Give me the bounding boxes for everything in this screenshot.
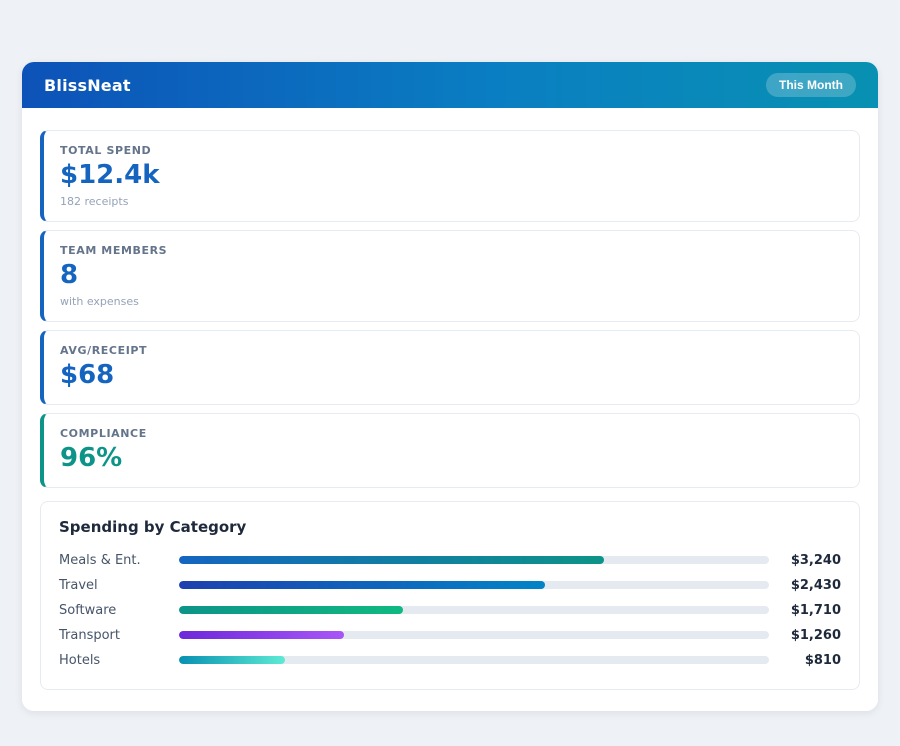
stat-card: COMPLIANCE 96% (40, 413, 860, 488)
stat-sub: 182 receipts (60, 195, 843, 208)
category-value: $1,710 (769, 603, 841, 618)
stat-label: AVG/RECEIPT (60, 344, 843, 357)
stat-card: TOTAL SPEND $12.4k 182 receipts (40, 130, 860, 222)
stat-label: TOTAL SPEND (60, 144, 843, 157)
bar-track (179, 631, 769, 639)
category-row: Software $1,710 (59, 598, 841, 623)
dashboard-card: BlissNeat This Month TOTAL SPEND $12.4k … (22, 62, 878, 711)
category-value: $3,240 (769, 553, 841, 568)
category-label: Transport (59, 628, 179, 643)
bar-track (179, 606, 769, 614)
category-row: Travel $2,430 (59, 573, 841, 598)
period-badge[interactable]: This Month (766, 73, 856, 97)
bar-track (179, 581, 769, 589)
app-title: BlissNeat (44, 76, 131, 95)
stat-card: AVG/RECEIPT $68 (40, 330, 860, 405)
category-label: Meals & Ent. (59, 553, 179, 568)
spending-by-category-card: Spending by Category Meals & Ent. $3,240… (40, 501, 860, 690)
category-row: Transport $1,260 (59, 623, 841, 648)
category-rows: Meals & Ent. $3,240 Travel $2,430 Softwa… (59, 548, 841, 673)
category-value: $810 (769, 653, 841, 668)
app-header: BlissNeat This Month (22, 62, 878, 108)
category-label: Hotels (59, 653, 179, 668)
category-value: $1,260 (769, 628, 841, 643)
stat-sub: with expenses (60, 295, 843, 308)
spending-title: Spending by Category (59, 518, 841, 536)
stat-card: TEAM MEMBERS 8 with expenses (40, 230, 860, 322)
stat-label: TEAM MEMBERS (60, 244, 843, 257)
bar-fill (179, 581, 545, 589)
category-row: Meals & Ent. $3,240 (59, 548, 841, 573)
stat-value: $68 (60, 361, 843, 391)
stats-list: TOTAL SPEND $12.4k 182 receipts TEAM MEM… (40, 130, 860, 488)
stat-value: 96% (60, 444, 843, 474)
category-row: Hotels $810 (59, 648, 841, 673)
bar-fill (179, 631, 344, 639)
category-value: $2,430 (769, 578, 841, 593)
bar-track (179, 656, 769, 664)
dashboard-body: TOTAL SPEND $12.4k 182 receipts TEAM MEM… (22, 108, 878, 711)
bar-fill (179, 556, 604, 564)
bar-fill (179, 656, 285, 664)
stat-value: $12.4k (60, 161, 843, 191)
stat-label: COMPLIANCE (60, 427, 843, 440)
bar-track (179, 556, 769, 564)
stat-value: 8 (60, 261, 843, 291)
category-label: Software (59, 603, 179, 618)
category-label: Travel (59, 578, 179, 593)
bar-fill (179, 606, 403, 614)
